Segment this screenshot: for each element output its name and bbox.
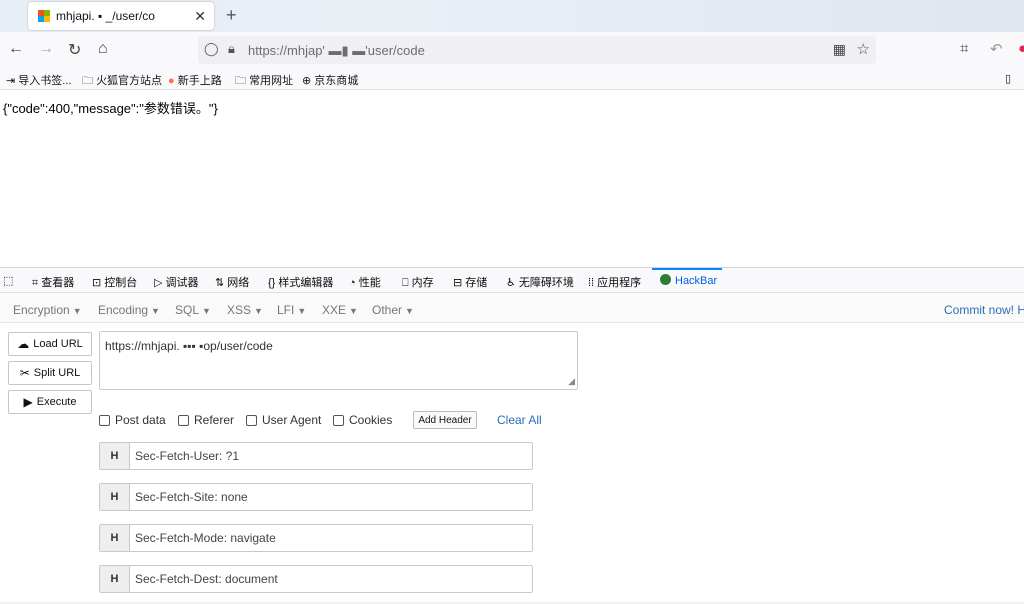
lock-icon[interactable]: 🔒︎ xyxy=(228,41,235,57)
tab-storage[interactable]: ⊟ 存储 xyxy=(453,274,487,290)
undo-icon[interactable]: ↶ xyxy=(990,40,1003,58)
extension-icon[interactable]: ● xyxy=(1018,40,1024,57)
header-row: H Sec-Fetch-Site: none xyxy=(99,483,533,511)
tab-title: mhjapi. ▪ _/user/co xyxy=(56,9,155,23)
header-label: H xyxy=(100,484,130,510)
hackbar-menu: Encryption ▼ Encoding ▼ SQL ▼ XSS ▼ LFI ▼ XXE… xyxy=(0,293,1024,323)
play-circle-icon: ▶ xyxy=(23,395,33,409)
mobile-bookmarks-icon[interactable]: ▯ xyxy=(1005,72,1011,85)
hackbar-icon xyxy=(660,274,671,285)
split-url-button[interactable]: ✂ Split URL xyxy=(8,361,92,385)
dropdown-caret-icon: ▼ xyxy=(254,306,263,316)
bookmarks-toolbar: ⇥ 导入书签... 🗀︎ 火狐官方站点 ● 新手上路 🗀︎ 常用网址 ⊕ 京东商… xyxy=(0,68,1024,90)
clear-all-link[interactable]: Clear All xyxy=(497,413,542,427)
tab-style-editor[interactable]: {} 样式编辑器 xyxy=(268,274,333,290)
header-label: H xyxy=(100,525,130,551)
qr-code-icon[interactable]: ▦ xyxy=(833,41,846,58)
bookmark-getting-started[interactable]: ● 新手上路 xyxy=(168,72,222,88)
dropdown-caret-icon: ▼ xyxy=(297,306,307,316)
header-row: H Sec-Fetch-Mode: navigate xyxy=(99,524,533,552)
bookmark-jd[interactable]: ⊕ 京东商城 xyxy=(302,72,358,88)
execute-button[interactable]: ▶ Execute xyxy=(8,390,92,414)
cloud-download-icon: ☁ xyxy=(17,337,30,351)
active-tab-indicator xyxy=(652,268,722,270)
header-input[interactable]: Sec-Fetch-Dest: document xyxy=(130,566,278,592)
menu-xxe[interactable]: XXE ▼ xyxy=(322,303,358,317)
element-picker-icon[interactable]: ⬚ xyxy=(3,274,13,287)
dropdown-caret-icon: ▼ xyxy=(151,306,160,316)
header-label: H xyxy=(100,443,130,469)
post-data-checkbox[interactable]: Post data xyxy=(99,413,166,427)
bookmark-import[interactable]: ⇥ 导入书签... xyxy=(6,72,71,88)
hackbar-url-value: https://mhjapi. ▪▪▪ ▪op/user/code xyxy=(105,339,273,353)
header-input[interactable]: Sec-Fetch-Mode: navigate xyxy=(130,525,276,551)
tab-console[interactable]: ⊡ 控制台 xyxy=(92,274,137,290)
devtools-tabbar: ⬚ ⌗ 查看器 ⊡ 控制台 ▷ 调试器 ⇅ 网络 {} 样式编辑器 ◔ 性能 ⎕… xyxy=(0,267,1024,293)
header-row: H Sec-Fetch-Dest: document xyxy=(99,565,533,593)
tab-accessibility[interactable]: ♿︎ 无障碍环境 xyxy=(506,274,574,290)
menu-other[interactable]: Other ▼ xyxy=(372,303,414,317)
dropdown-caret-icon: ▼ xyxy=(72,306,82,316)
header-input[interactable]: Sec-Fetch-User: ?1 xyxy=(130,443,239,469)
home-icon[interactable]: ⌂ xyxy=(98,40,108,58)
header-label: H xyxy=(100,566,130,592)
add-header-button[interactable]: Add Header xyxy=(413,411,477,429)
dropdown-caret-icon: ▼ xyxy=(349,306,358,316)
bookmark-star-icon[interactable]: ☆ xyxy=(857,40,870,58)
menu-encoding[interactable]: Encoding ▼ xyxy=(98,303,160,317)
menu-lfi[interactable]: LFI ▼ xyxy=(277,303,306,317)
close-tab-icon[interactable]: ✕ xyxy=(194,8,206,25)
commit-now-link[interactable]: Commit now! H xyxy=(944,303,1024,317)
browser-tab[interactable]: mhjapi. ▪ _/user/co ✕ xyxy=(28,2,214,30)
header-row: H Sec-Fetch-User: ?1 xyxy=(99,442,533,470)
referer-checkbox[interactable]: Referer xyxy=(178,413,234,427)
dropdown-caret-icon: ▼ xyxy=(405,306,414,316)
tab-performance[interactable]: ◔ 性能 xyxy=(349,274,381,290)
cookies-checkbox[interactable]: Cookies xyxy=(333,413,392,427)
bookmark-common-sites[interactable]: 🗀︎ 常用网址 xyxy=(235,72,293,91)
tab-debugger[interactable]: ▷ 调试器 xyxy=(154,274,199,290)
tab-strip: mhjapi. ▪ _/user/co ✕ + xyxy=(0,0,1024,32)
tab-network[interactable]: ⇅ 网络 xyxy=(215,274,249,290)
address-bar[interactable]: ◯ 🔒︎ https://mhjap' ▬▮ ▬'user/code ▦ ☆ xyxy=(198,36,876,64)
header-input[interactable]: Sec-Fetch-Site: none xyxy=(130,484,248,510)
new-tab-icon[interactable]: + xyxy=(226,5,237,26)
tab-inspector[interactable]: ⌗ 查看器 xyxy=(32,274,74,290)
url-text[interactable]: https://mhjap' ▬▮ ▬'user/code xyxy=(248,43,425,59)
menu-sql[interactable]: SQL ▼ xyxy=(175,303,211,317)
tab-hackbar[interactable]: HackBar xyxy=(660,274,717,287)
dropdown-caret-icon: ▼ xyxy=(202,306,211,316)
bookmark-firefox-site[interactable]: 🗀︎ 火狐官方站点 xyxy=(82,72,162,91)
menu-encryption[interactable]: Encryption ▼ xyxy=(13,303,82,317)
reload-icon[interactable]: ↻ xyxy=(68,40,81,60)
user-agent-checkbox[interactable]: User Agent xyxy=(246,413,321,427)
load-url-button[interactable]: ☁ Load URL xyxy=(8,332,92,356)
hackbar-url-textarea[interactable]: https://mhjapi. ▪▪▪ ▪op/user/code ◢ xyxy=(99,331,578,390)
back-icon[interactable]: ← xyxy=(8,40,24,58)
crop-icon[interactable]: ⌗ xyxy=(960,40,968,57)
tab-memory[interactable]: ⎕ 内存 xyxy=(402,274,434,290)
resize-handle-icon[interactable]: ◢ xyxy=(568,376,575,387)
scissors-icon: ✂ xyxy=(19,366,30,380)
json-response: {"code":400,"message":"参数错误。"} xyxy=(3,101,218,116)
forward-icon[interactable]: → xyxy=(38,40,54,58)
site-favicon-icon xyxy=(38,10,50,22)
tab-application[interactable]: ⁞⁞ 应用程序 xyxy=(588,274,641,290)
menu-xss[interactable]: XSS ▼ xyxy=(227,303,263,317)
navigation-bar: ← → ↻ ⌂ ◯ 🔒︎ https://mhjap' ▬▮ ▬'user/co… xyxy=(0,32,1024,68)
tracking-shield-icon[interactable]: ◯ xyxy=(204,41,219,57)
